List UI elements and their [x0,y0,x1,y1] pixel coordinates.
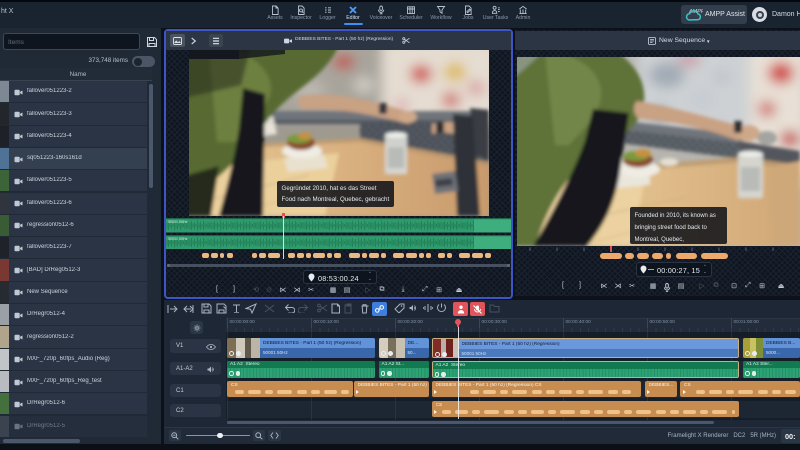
svg-text:50001 50Hz: 50001 50Hz [168,220,188,224]
svg-text:50001 50Hz: 50001 50Hz [168,237,188,241]
